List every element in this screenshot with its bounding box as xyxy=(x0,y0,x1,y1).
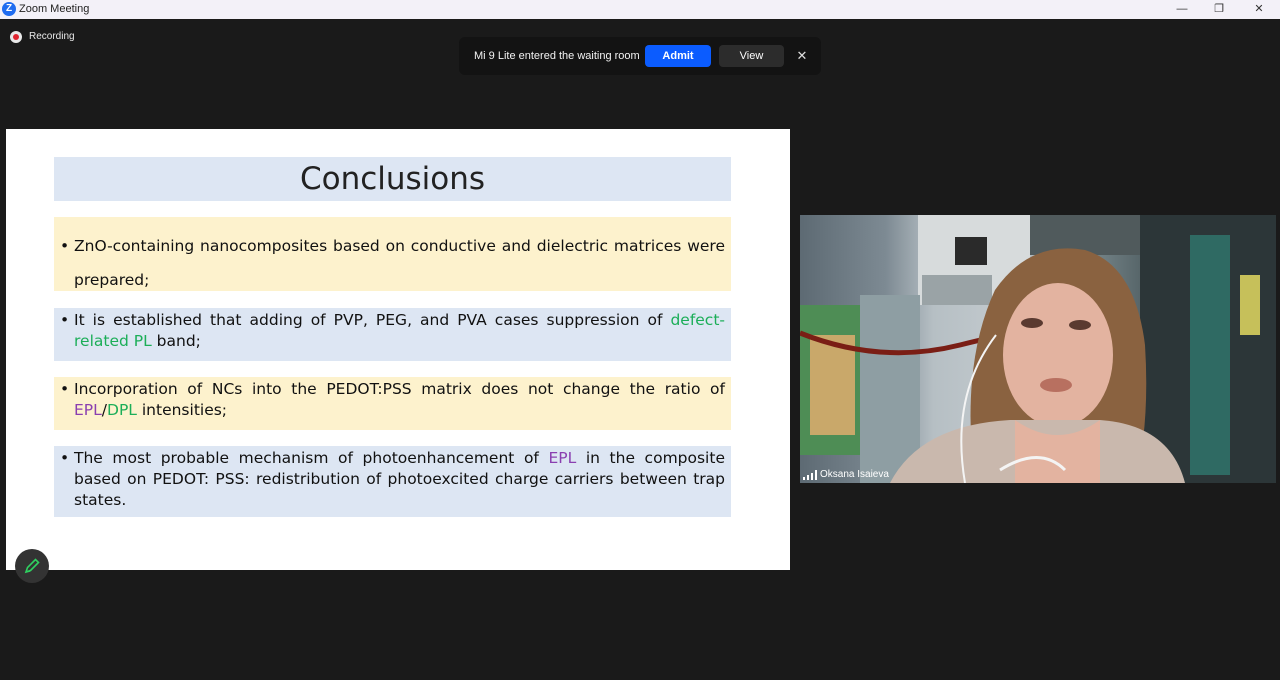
bullet-text: The most probable mechanism of photoenha… xyxy=(74,449,549,467)
conclusion-bullet: It is established that adding of PVP, PE… xyxy=(54,308,731,361)
signal-bars-icon xyxy=(803,470,817,480)
recording-label: Recording xyxy=(29,31,75,42)
recording-dot-icon xyxy=(10,31,22,43)
close-window-button[interactable]: ✕ xyxy=(1239,0,1279,19)
bullet-text: DPL xyxy=(107,401,137,419)
bullet-text: ZnO-containing nanocomposites based on c… xyxy=(74,237,725,289)
conclusion-bullet: The most probable mechanism of photoenha… xyxy=(54,446,731,517)
bullet-text: intensities; xyxy=(136,401,228,419)
participant-video xyxy=(800,215,1276,483)
waiting-room-message: Mi 9 Lite entered the waiting room xyxy=(474,50,640,62)
waiting-room-notification: Mi 9 Lite entered the waiting room Admit… xyxy=(459,37,821,75)
close-notification-button[interactable]: ✕ xyxy=(793,46,811,66)
window-title: Zoom Meeting xyxy=(19,3,90,15)
zoom-logo-icon: Z xyxy=(2,2,16,16)
view-button[interactable]: View xyxy=(719,45,784,67)
annotate-button[interactable] xyxy=(15,549,49,583)
bullet-text: EPL xyxy=(548,449,577,467)
shared-screen-slide: Conclusions ZnO-containing nanocomposite… xyxy=(6,129,790,583)
bullet-text: EPL xyxy=(74,401,102,419)
bullet-text: band; xyxy=(151,332,201,350)
bullet-text: It is established that adding of PVP, PE… xyxy=(74,311,671,329)
slide-title-box: Conclusions xyxy=(54,157,731,201)
admit-button[interactable]: Admit xyxy=(645,45,711,67)
participant-video-tile[interactable]: Oksana Isaieva xyxy=(800,215,1276,483)
slide-title: Conclusions xyxy=(299,161,486,197)
restore-button[interactable]: ❐ xyxy=(1199,0,1239,19)
minimize-button[interactable]: — xyxy=(1162,0,1202,19)
conclusion-bullet: Incorporation of NCs into the PEDOT:PSS … xyxy=(54,377,731,430)
bullet-text: Incorporation of NCs into the PEDOT:PSS … xyxy=(74,380,725,398)
conclusion-bullet: ZnO-containing nanocomposites based on c… xyxy=(54,217,731,291)
participant-name: Oksana Isaieva xyxy=(820,469,889,480)
title-bar: Z Zoom Meeting — ❐ ✕ xyxy=(0,0,1280,19)
pencil-icon xyxy=(24,558,40,574)
